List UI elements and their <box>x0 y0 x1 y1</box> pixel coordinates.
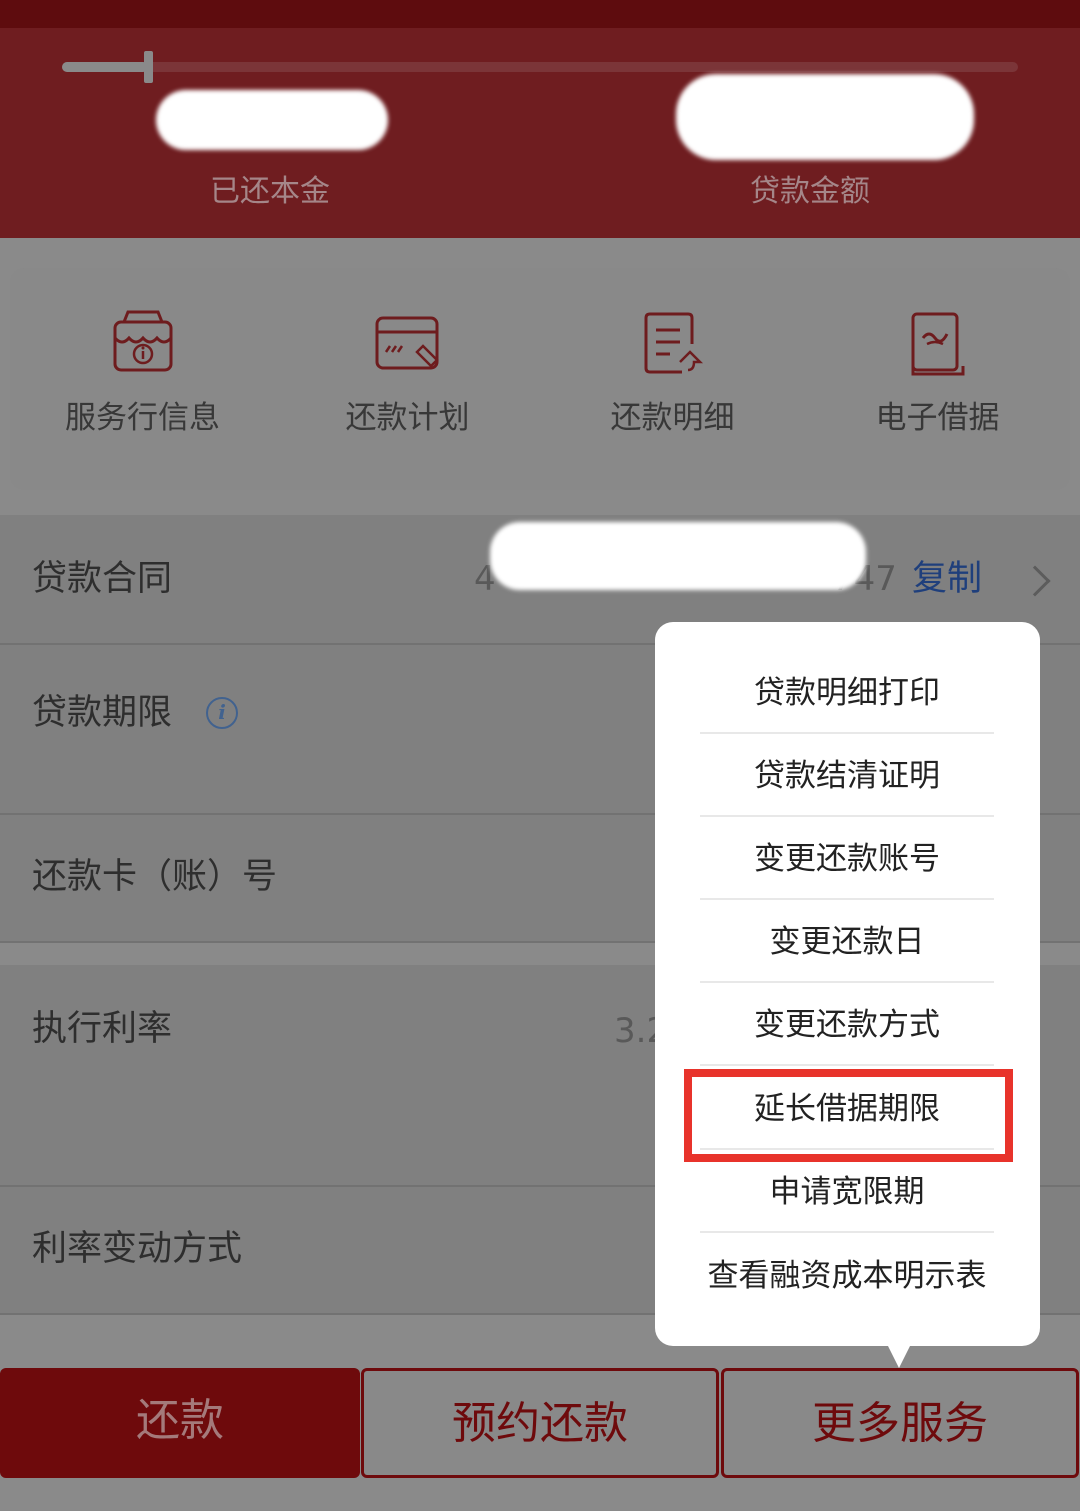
row-label: 利率变动方式 <box>32 1229 243 1269</box>
menu-item-print-loan-detail[interactable]: 贷款明细打印 <box>700 652 994 734</box>
service-label: 还款明细 <box>610 400 735 436</box>
copy-contract-button[interactable]: 复制 <box>912 555 982 603</box>
service-repayment-detail[interactable]: 还款明细 <box>540 308 805 468</box>
menu-item-extend-receipt-term[interactable]: 延长借据期限 <box>700 1068 994 1150</box>
redacted-repaid-amount <box>156 90 388 150</box>
repayment-detail-icon <box>644 312 704 374</box>
bank-info-icon <box>113 310 173 372</box>
more-services-popup: 贷款明细打印 贷款结清证明 变更还款账号 变更还款日 变更还款方式 延长借据期限… <box>655 622 1040 1346</box>
menu-item-apply-grace-period[interactable]: 申请宽限期 <box>700 1151 994 1233</box>
popup-pointer-arrow <box>885 1340 913 1368</box>
chevron-right-icon <box>1019 565 1051 597</box>
info-icon[interactable]: i <box>206 697 238 729</box>
loan-amount-label: 贷款金额 <box>750 174 870 209</box>
repayment-progress-bar <box>62 51 1018 83</box>
repay-button[interactable]: 还款 <box>0 1368 360 1478</box>
row-label: 还款卡（账）号 <box>32 857 278 897</box>
row-label: 贷款合同 <box>32 559 173 599</box>
menu-item-change-repay-date[interactable]: 变更还款日 <box>700 901 994 983</box>
quick-services-card: 服务行信息 还款计划 还款明细 电子借据 <box>10 268 1070 490</box>
service-e-receipt[interactable]: 电子借据 <box>805 308 1070 468</box>
redacted-contract-number <box>490 522 866 590</box>
service-label: 服务行信息 <box>65 400 220 436</box>
service-bank-info[interactable]: 服务行信息 <box>10 308 275 468</box>
redacted-loan-amount <box>676 74 974 160</box>
schedule-repay-button[interactable]: 预约还款 <box>361 1368 719 1478</box>
menu-item-view-financing-cost[interactable]: 查看融资成本明示表 <box>700 1235 994 1317</box>
more-services-button[interactable]: 更多服务 <box>721 1368 1079 1478</box>
repayment-progress-marker <box>144 51 154 83</box>
service-label: 电子借据 <box>875 400 1000 436</box>
header-top-band <box>0 0 1080 28</box>
row-label: 贷款期限 <box>32 693 173 733</box>
loan-summary-header: 已还本金 贷款金额 <box>0 0 1080 238</box>
repayment-progress-fill <box>62 62 149 72</box>
row-label: 执行利率 <box>32 1009 173 1049</box>
repayment-plan-icon <box>375 316 439 370</box>
service-repayment-plan[interactable]: 还款计划 <box>275 308 540 468</box>
bottom-action-bar: 还款 预约还款 更多服务 <box>0 1368 1080 1511</box>
menu-item-change-repay-method[interactable]: 变更还款方式 <box>700 984 994 1066</box>
service-label: 还款计划 <box>345 400 470 436</box>
menu-item-loan-settlement-cert[interactable]: 贷款结清证明 <box>700 735 994 817</box>
repaid-principal-label: 已还本金 <box>210 174 330 209</box>
menu-item-change-repay-account[interactable]: 变更还款账号 <box>700 818 994 900</box>
e-receipt-icon <box>911 312 965 376</box>
